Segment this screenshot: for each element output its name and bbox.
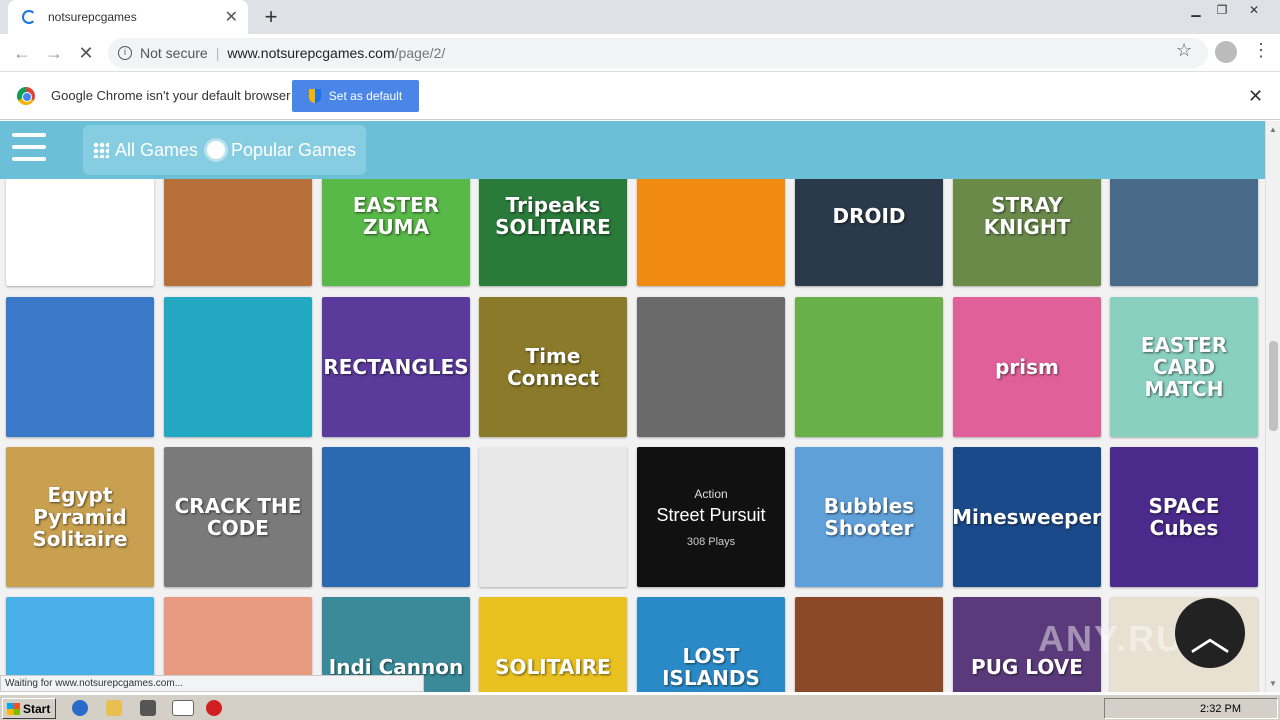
antivirus-icon[interactable] [206, 700, 222, 716]
game-tile[interactable] [322, 447, 470, 587]
game-tile-title: LOST ISLANDS [662, 644, 760, 690]
tab-title: notsurepcgames [48, 10, 137, 24]
popular-games-button[interactable]: Popular Games [197, 125, 367, 175]
hamburger-menu-icon[interactable] [12, 133, 46, 165]
browser-toolbar: ← → ✕ i Not secure | www.notsurepcgames.… [0, 34, 1280, 72]
game-tile[interactable]: Action Street Pursuit 308 Plays [637, 447, 785, 587]
set-default-label: Set as default [328, 89, 403, 103]
infobar-message: Google Chrome isn't your default browser [51, 88, 291, 103]
ie-icon[interactable] [72, 700, 88, 716]
media-player-icon[interactable] [140, 700, 156, 716]
game-tile[interactable]: Time Connect [479, 297, 627, 437]
game-tile-title: SOLITAIRE [495, 655, 611, 679]
infobar-close-icon[interactable]: ✕ [1248, 86, 1263, 107]
minimize-button[interactable]: ▁ [1182, 0, 1210, 20]
info-icon[interactable]: i [118, 46, 132, 60]
scroll-to-top-button[interactable]: ︿ [1175, 598, 1245, 668]
chrome-logo-icon [17, 87, 35, 105]
scroll-up-arrow-icon[interactable]: ▲ [1269, 125, 1277, 134]
clock: 2:32 PM [1200, 702, 1241, 715]
game-tile[interactable] [637, 297, 785, 437]
scroll-down-arrow-icon[interactable]: ▼ [1269, 679, 1277, 688]
default-browser-infobar: Google Chrome isn't your default browser… [0, 72, 1280, 120]
forward-button[interactable]: → [42, 41, 66, 65]
game-tile-title: CRACK THE CODE [174, 494, 302, 540]
popular-games-label: Popular Games [231, 139, 357, 160]
star-burst-icon [207, 141, 225, 159]
site-navbar: All Games Popular Games [0, 121, 1265, 179]
close-window-button[interactable]: ✕ [1240, 0, 1268, 20]
game-tile-title: Bubbles Shooter [823, 494, 915, 540]
system-tray: 2:32 PM [1104, 698, 1278, 719]
game-tile-title: prism [995, 355, 1059, 379]
game-tile[interactable]: CRACK THE CODE [164, 447, 312, 587]
game-tile[interactable]: prism [953, 297, 1101, 437]
separator: | [215, 45, 220, 61]
windows-logo-icon [7, 702, 20, 715]
game-tile[interactable]: Minesweeper [953, 447, 1101, 587]
game-tile-title: Tripeaks SOLITAIRE [495, 193, 611, 239]
back-button[interactable]: ← [10, 41, 34, 65]
game-tile[interactable]: SPACE Cubes [1110, 447, 1258, 587]
url-path: /page/2/ [394, 45, 446, 61]
windows-taskbar: Start 2:32 PM [0, 694, 1280, 720]
scroll-thumb[interactable] [1269, 341, 1278, 431]
game-tile[interactable] [795, 297, 943, 437]
menu-dots-icon[interactable]: ⋮ [1252, 40, 1270, 61]
game-tile-title: EASTER ZUMA [352, 193, 440, 239]
game-tile[interactable]: EASTER CARD MATCH [1110, 297, 1258, 437]
shield-icon [308, 89, 321, 103]
close-tab-icon[interactable]: ✕ [225, 7, 238, 27]
stop-button[interactable]: ✕ [74, 41, 98, 65]
tab-strip: notsurepcgames ✕ + ▁ ❐ ✕ [0, 0, 1280, 34]
game-tile[interactable]: RECTANGLES [322, 297, 470, 437]
game-tile-title: Minesweeper [953, 505, 1101, 529]
chrome-taskbar-icon[interactable] [172, 700, 194, 716]
game-tile-title: STRAY KNIGHT [983, 193, 1071, 239]
game-tile[interactable] [6, 297, 154, 437]
loading-spinner-icon [22, 10, 36, 24]
game-tile-title: RECTANGLES [323, 355, 469, 379]
game-tile[interactable]: LOST ISLANDS [637, 597, 785, 692]
security-label: Not secure [140, 45, 208, 61]
game-tile[interactable]: SOLITAIRE [479, 597, 627, 692]
bookmark-star-icon[interactable]: ☆ [1176, 40, 1192, 61]
browser-tab[interactable]: notsurepcgames ✕ [8, 0, 248, 34]
hover-game-name: Street Pursuit [656, 504, 766, 525]
grid-icon [93, 142, 109, 158]
profile-avatar[interactable] [1215, 41, 1237, 63]
new-tab-button[interactable]: + [258, 4, 284, 30]
restore-button[interactable]: ❐ [1208, 0, 1236, 20]
game-tile-title: Egypt Pyramid Solitaire [32, 483, 128, 551]
game-tile[interactable]: Bubbles Shooter [795, 447, 943, 587]
start-label: Start [23, 701, 51, 716]
url-domain: www.notsurepcgames.com [227, 45, 395, 61]
status-bar: Waiting for www.notsurepcgames.com... [0, 675, 424, 692]
game-tile[interactable] [479, 447, 627, 587]
web-page: All Games Popular Games EASTER ZUMA Tripe… [0, 121, 1265, 692]
page-scrollbar[interactable]: ▲ ▼ [1265, 121, 1280, 692]
hover-category: Action [694, 486, 728, 501]
address-bar[interactable]: i Not secure | www.notsurepcgames.com /p… [108, 38, 1208, 68]
game-tile-title: DROID [832, 204, 906, 228]
all-games-button[interactable]: All Games [83, 125, 209, 175]
set-default-button[interactable]: Set as default [292, 80, 419, 112]
game-tile-title: SPACE Cubes [1148, 494, 1220, 540]
game-tile[interactable] [164, 297, 312, 437]
game-tile-title: Time Connect [507, 344, 599, 390]
game-tile[interactable]: Egypt Pyramid Solitaire [6, 447, 154, 587]
start-button[interactable]: Start [2, 698, 56, 719]
all-games-label: All Games [115, 139, 199, 160]
game-tile-title: EASTER CARD MATCH [1140, 333, 1228, 401]
folder-icon[interactable] [106, 700, 122, 716]
game-tile[interactable] [795, 597, 943, 692]
hover-plays: 308 Plays [686, 535, 736, 548]
